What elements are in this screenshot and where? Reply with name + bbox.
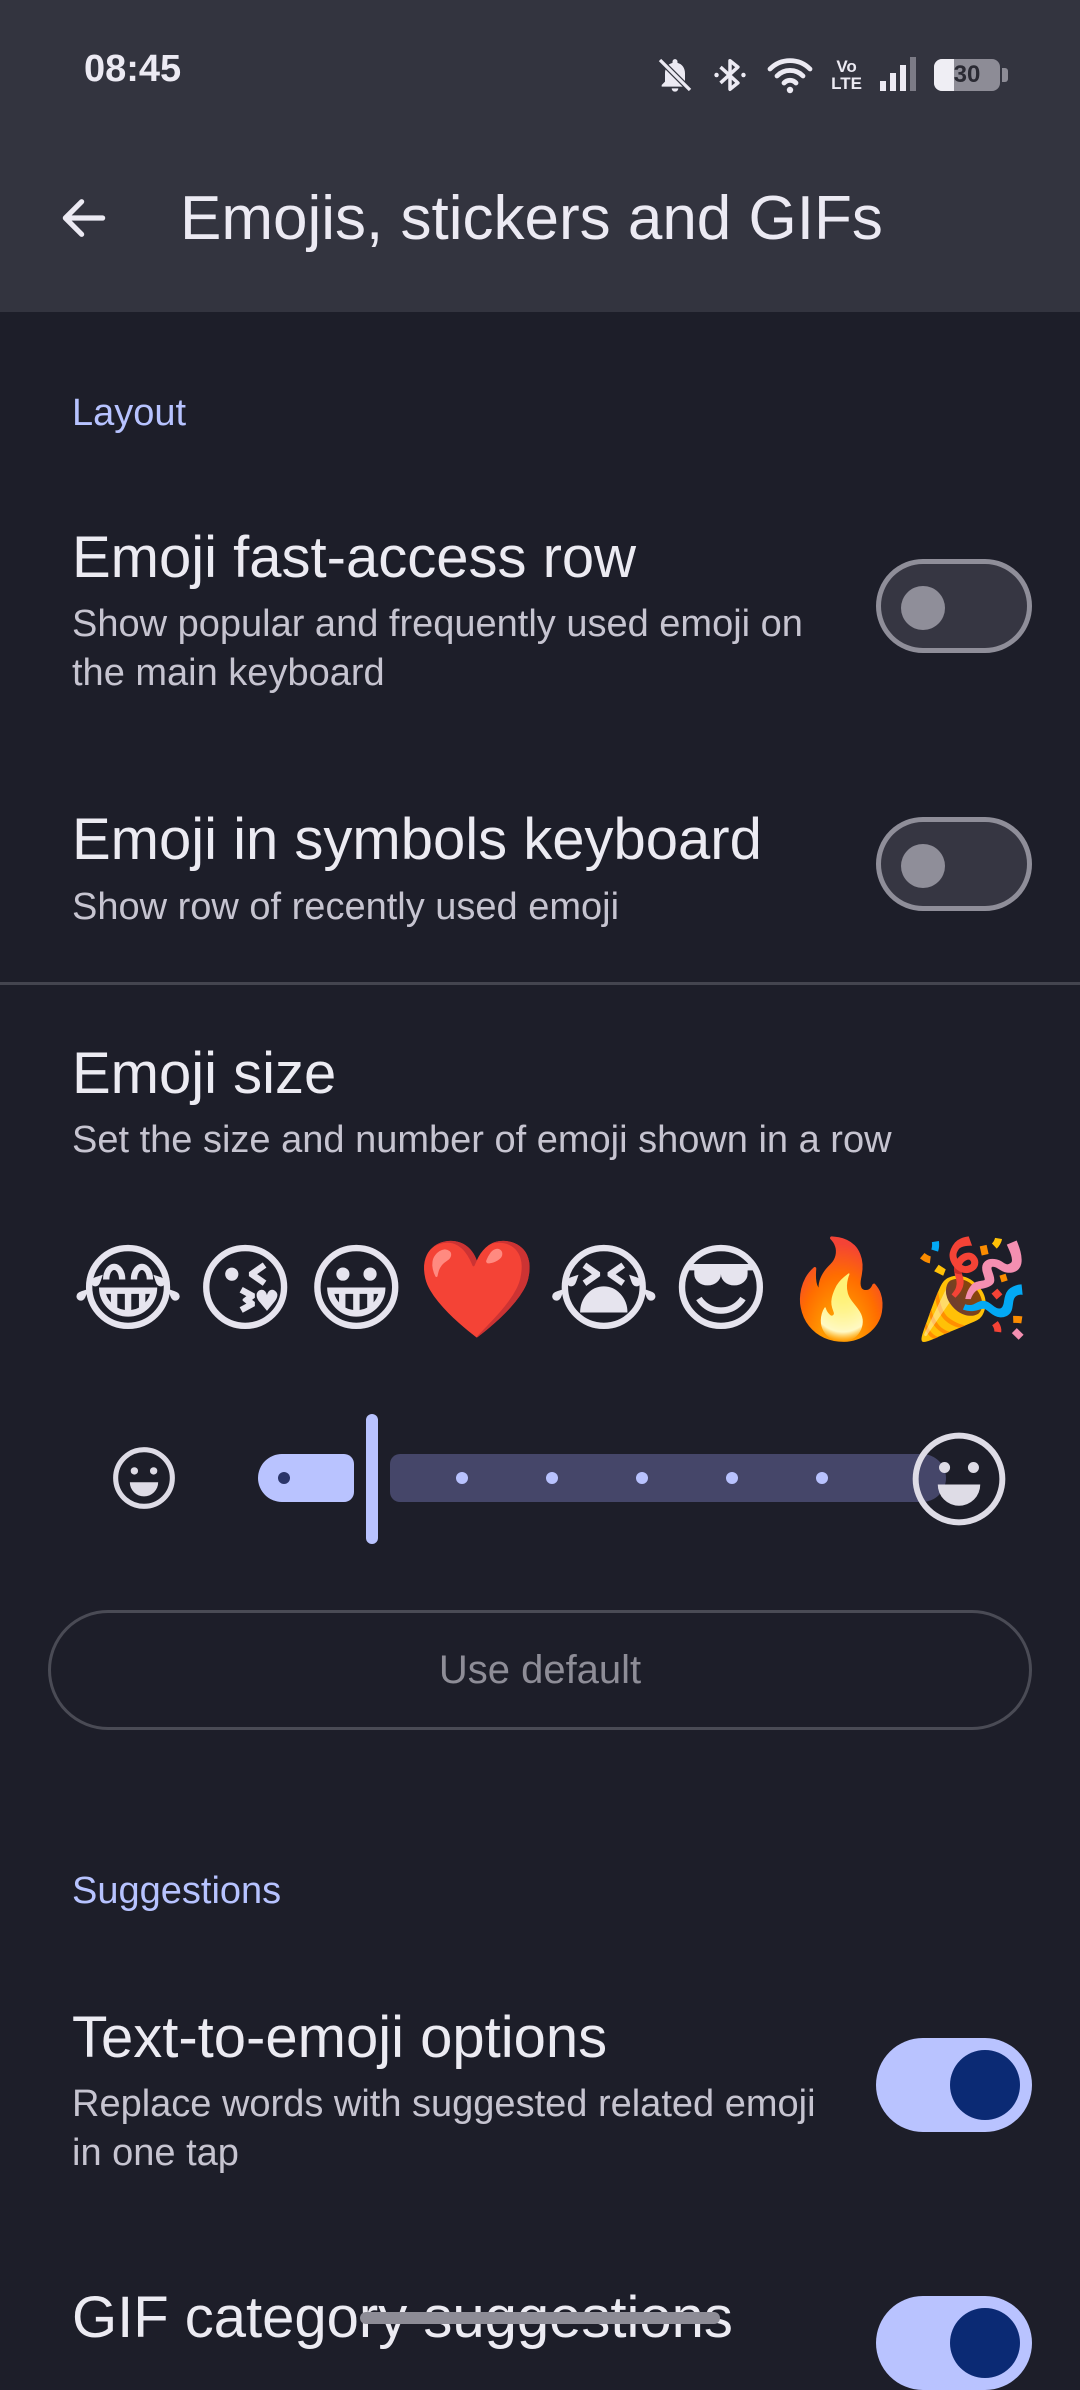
page-title: Emojis, stickers and GIFs xyxy=(180,184,883,253)
slider-tick xyxy=(546,1472,558,1484)
back-button[interactable] xyxy=(44,180,124,260)
arrow-back-icon xyxy=(56,190,112,251)
pref-title: Text-to-emoji options xyxy=(72,2005,608,2070)
slider-track-inactive[interactable] xyxy=(390,1454,946,1502)
battery-tip xyxy=(1002,68,1008,82)
pref-summary: Replace words with suggested related emo… xyxy=(72,2083,816,2175)
pref-summary: Show row of recently used emoji xyxy=(72,886,620,928)
slider-tick xyxy=(726,1472,738,1484)
switch-thumb xyxy=(901,586,945,630)
emoji-preview-item: 🎉 xyxy=(912,1236,1032,1343)
pref-title: Emoji fast-access row xyxy=(72,525,637,590)
app-bar: Emojis, stickers and GIFs xyxy=(0,150,1080,312)
status-bar: 08:45 Vo LTE 30 xyxy=(0,0,1080,150)
smiley-small-icon xyxy=(110,1444,178,1517)
smiley-large-icon xyxy=(908,1428,1010,1535)
status-icons: Vo LTE 30 xyxy=(655,50,1008,100)
battery-icon: 30 xyxy=(934,59,1000,91)
bluetooth-icon xyxy=(711,55,749,95)
wifi-icon xyxy=(765,55,815,95)
switch-thumb xyxy=(950,2308,1020,2378)
emoji-preview-item: 😀 xyxy=(306,1236,407,1343)
divider xyxy=(0,982,1080,985)
section-header-layout: Layout xyxy=(72,392,187,434)
pref-summary: Show popular and frequently used emoji o… xyxy=(72,603,803,695)
pref-title: Emoji in symbols keyboard xyxy=(72,807,762,872)
signal-icon xyxy=(878,57,918,93)
emoji-preview-item: 🔥 xyxy=(781,1236,902,1343)
symbols-keyboard-switch[interactable] xyxy=(876,817,1032,911)
emoji-preview-item: 😎 xyxy=(670,1236,771,1343)
emoji-size-title: Emoji size xyxy=(72,1041,337,1106)
slider-tick xyxy=(456,1472,468,1484)
gif-category-switch[interactable] xyxy=(876,2296,1032,2390)
slider-handle[interactable] xyxy=(366,1414,378,1544)
emoji-preview-item: 😭 xyxy=(547,1236,660,1343)
slider-tick xyxy=(278,1472,290,1484)
emoji-preview-item: 😘 xyxy=(195,1236,296,1343)
slider-tick xyxy=(816,1472,828,1484)
emoji-preview-row: 😂 😘 😀 ❤️ 😭 😎 🔥 🎉 xyxy=(72,1230,1032,1350)
use-default-button[interactable]: Use default xyxy=(48,1610,1032,1730)
battery-level: 30 xyxy=(953,61,981,88)
fast-access-row-switch[interactable] xyxy=(876,559,1032,653)
emoji-size-summary: Set the size and number of emoji shown i… xyxy=(72,1119,892,1161)
bell-off-icon xyxy=(655,55,695,95)
slider-track-active xyxy=(258,1454,354,1502)
emoji-size-slider[interactable] xyxy=(100,1408,1010,1548)
status-time: 08:45 xyxy=(84,48,182,90)
home-indicator[interactable] xyxy=(360,2312,720,2324)
section-header-suggestions: Suggestions xyxy=(72,1870,282,1912)
volte-icon: Vo LTE xyxy=(831,57,862,93)
emoji-preview-item: 😂 xyxy=(72,1236,185,1343)
switch-thumb xyxy=(901,844,945,888)
text-to-emoji-switch[interactable] xyxy=(876,2038,1032,2132)
emoji-preview-item: ❤️ xyxy=(417,1236,537,1343)
slider-tick xyxy=(636,1472,648,1484)
switch-thumb xyxy=(950,2050,1020,2120)
